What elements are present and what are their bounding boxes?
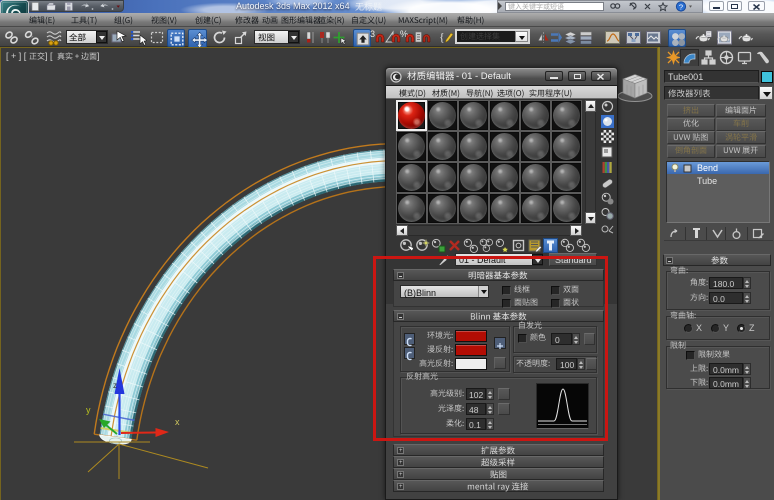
svg-text:x: x — [175, 417, 180, 427]
svg-text:z: z — [113, 381, 117, 390]
svg-text:y: y — [86, 405, 91, 415]
svg-text:3: 3 — [370, 29, 375, 39]
svg-text:?: ? — [679, 2, 683, 11]
svg-text:{: { — [439, 30, 445, 44]
